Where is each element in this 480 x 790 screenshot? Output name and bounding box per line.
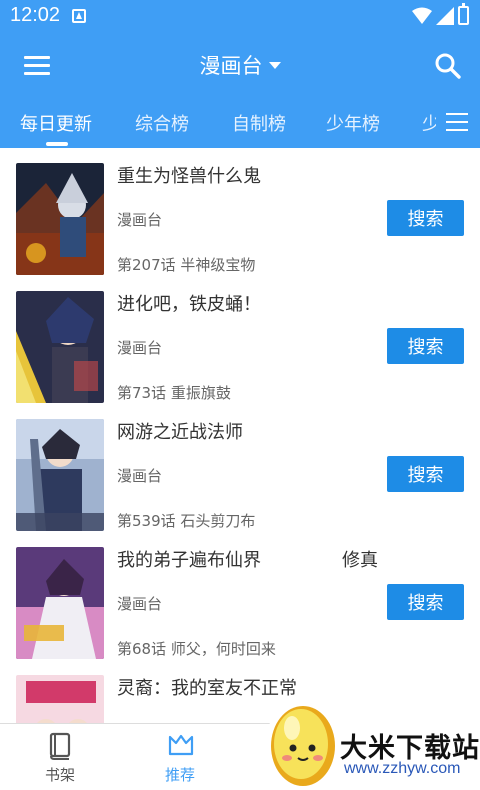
search-button[interactable]: 搜索 [387, 328, 464, 364]
nav-bookshelf[interactable]: 书架 [0, 724, 120, 790]
comic-title-overflow: 修真 [342, 550, 378, 571]
battery-icon [458, 3, 469, 25]
search-icon[interactable] [434, 52, 462, 80]
notification-icon [72, 9, 86, 23]
comic-cover[interactable] [16, 419, 104, 531]
status-time: 12:02 [10, 4, 61, 26]
egg-mascot-logo [271, 706, 335, 786]
signal-icon [436, 7, 454, 25]
comic-cover[interactable] [16, 291, 104, 403]
list-item[interactable]: 我的弟子遍布仙界 修真 漫画台 第68话 师父，何时回来 搜索 [0, 532, 480, 660]
comic-cover[interactable] [16, 547, 104, 659]
category-tabs: 每日更新 综合榜 自制榜 少年榜 少 [0, 96, 480, 148]
latest-chapter: 第68话 师父，何时回来 [117, 640, 276, 658]
latest-chapter: 第73话 重振旗鼓 [117, 384, 231, 402]
tab-original-ranking[interactable]: 自制榜 [232, 110, 286, 136]
comic-source: 漫画台 [117, 339, 163, 357]
comic-title: 我的弟子遍布仙界 [117, 550, 261, 571]
nav-label: 推荐 [164, 766, 195, 784]
source-selector[interactable]: 漫画台 [0, 50, 480, 80]
nav-label: 书架 [44, 766, 75, 784]
page-title: 漫画台 [199, 54, 263, 78]
tab-indicator [46, 142, 68, 146]
list-item[interactable]: 重生为怪兽什么鬼 漫画台 第207话 半神级宝物 搜索 [0, 148, 480, 276]
wifi-icon [412, 7, 432, 24]
latest-chapter: 第207话 半神级宝物 [117, 256, 256, 274]
status-bar: 12:02 [0, 0, 480, 32]
watermark-url: www.zzhyw.com [344, 760, 461, 777]
search-button[interactable]: 搜索 [387, 584, 464, 620]
list-item[interactable]: 进化吧，铁皮蛹！ 漫画台 第73话 重振旗鼓 搜索 [0, 276, 480, 404]
comic-source: 漫画台 [117, 595, 163, 613]
nav-recommend[interactable]: 推荐 [120, 724, 240, 790]
caret-down-icon [268, 61, 281, 69]
comic-source: 漫画台 [117, 467, 163, 485]
tabs-menu-icon[interactable] [436, 96, 480, 148]
comic-cover[interactable] [16, 163, 104, 275]
comic-list: 重生为怪兽什么鬼 漫画台 第207话 半神级宝物 搜索 进化吧，铁皮蛹！ 漫画台… [0, 148, 480, 723]
tab-shounen-ranking[interactable]: 少年榜 [326, 110, 380, 136]
site-watermark: 大米下载站 www.zzhyw.com [262, 700, 480, 790]
list-item[interactable]: 网游之近战法师 漫画台 第539话 石头剪刀布 搜索 [0, 404, 480, 532]
comic-source: 漫画台 [117, 211, 163, 229]
search-button[interactable]: 搜索 [387, 456, 464, 492]
crown-icon [168, 734, 194, 756]
comic-title: 重生为怪兽什么鬼 [117, 166, 261, 187]
comic-title: 网游之近战法师 [117, 422, 243, 443]
comic-cover[interactable] [16, 675, 104, 723]
app-bar: 漫画台 [0, 32, 480, 96]
comic-title: 灵裔：我的室友不正常 [117, 678, 297, 699]
search-button[interactable]: 搜索 [387, 200, 464, 236]
tab-overall-ranking[interactable]: 综合榜 [135, 110, 189, 136]
book-icon [49, 732, 71, 760]
latest-chapter: 第539话 石头剪刀布 [117, 512, 256, 530]
tab-daily-update[interactable]: 每日更新 [20, 110, 92, 136]
comic-title: 进化吧，铁皮蛹！ [117, 294, 261, 315]
